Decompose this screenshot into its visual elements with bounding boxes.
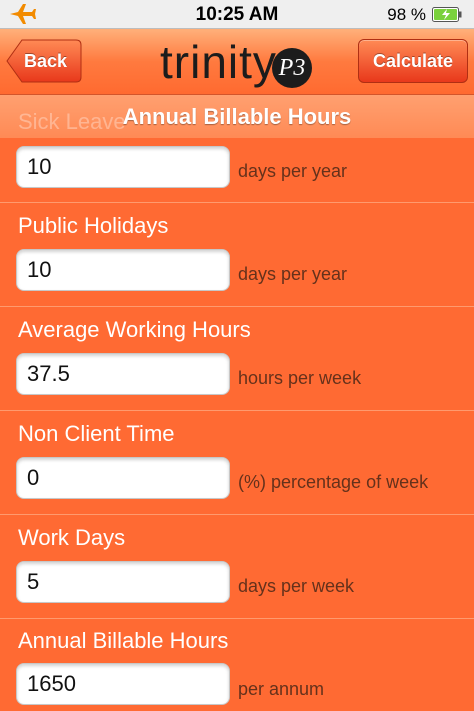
form-row-sick-leave: 10 days per year — [0, 138, 474, 203]
back-button-label: Back — [24, 51, 68, 71]
form-row-public-holidays: Public Holidays 10 days per year — [0, 203, 474, 307]
sick-leave-unit: days per year — [238, 161, 348, 181]
logo-text: trinity — [160, 36, 277, 88]
form-row-average-working-hours: Average Working Hours 37.5 hours per wee… — [0, 307, 474, 411]
non-client-time-unit: (%) percentage of week — [238, 472, 429, 492]
nav-bar: Back trinity P3 Calculate — [0, 29, 474, 95]
calculate-button-label: Calculate — [372, 51, 454, 71]
logo-badge: P3 — [272, 48, 312, 88]
app-logo: trinity P3 — [160, 35, 320, 89]
form-row-non-client-time: Non Client Time 0 (%) percentage of week — [0, 411, 474, 515]
average-working-hours-label: Average Working Hours — [18, 317, 251, 342]
work-days-unit: days per week — [238, 576, 355, 596]
average-working-hours-unit: hours per week — [238, 368, 362, 388]
sick-leave-input[interactable]: 10 — [16, 146, 230, 188]
public-holidays-input[interactable]: 10 — [16, 249, 230, 291]
average-working-hours-input[interactable]: 37.5 — [16, 353, 230, 395]
section-title: Annual Billable Hours — [122, 104, 352, 129]
back-button[interactable]: Back — [6, 39, 82, 83]
annual-billable-hours-input[interactable]: 1650 — [16, 663, 230, 705]
work-days-label: Work Days — [18, 525, 126, 550]
annual-billable-hours-unit: per annum — [238, 679, 325, 699]
non-client-time-input[interactable]: 0 — [16, 457, 230, 499]
battery-icon — [432, 7, 462, 22]
annual-billable-hours-label: Annual Billable Hours — [18, 628, 229, 653]
public-holidays-unit: days per year — [238, 264, 348, 284]
calculate-button[interactable]: Calculate — [358, 39, 468, 83]
status-bar: 10:25 AM 98 % — [0, 0, 474, 29]
form-row-work-days: Work Days 5 days per week — [0, 515, 474, 619]
non-client-time-label: Non Client Time — [18, 421, 175, 446]
work-days-input[interactable]: 5 — [16, 561, 230, 603]
form-row-annual-billable-hours: Annual Billable Hours 1650 per annum — [0, 619, 474, 711]
battery-percent: 98 % — [387, 5, 426, 24]
logo-badge-text: P3 — [278, 55, 306, 81]
public-holidays-label: Public Holidays — [18, 213, 169, 238]
